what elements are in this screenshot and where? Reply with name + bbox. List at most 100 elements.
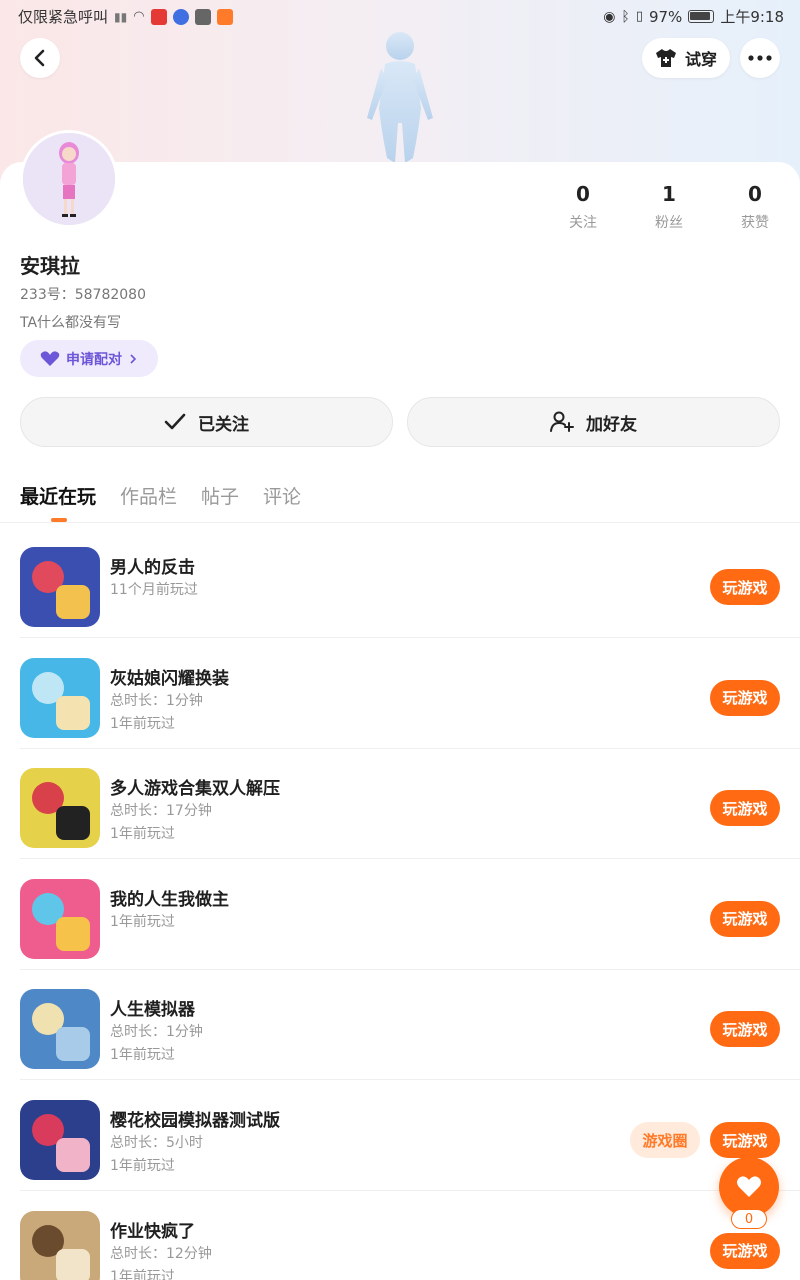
tshirt-icon	[655, 49, 676, 67]
game-icon[interactable]	[20, 547, 100, 627]
game-meta-line: 总时长：12分钟	[110, 1245, 212, 1262]
icon-shape	[56, 916, 90, 951]
status-right: ◉ ᛒ ▯ 97% 上午9:18	[603, 6, 784, 27]
stat-value: 0	[576, 182, 590, 206]
game-icon[interactable]	[20, 768, 100, 849]
play-game-button[interactable]: 玩游戏	[710, 1011, 780, 1048]
video-app-icon	[216, 8, 233, 25]
battery-percent: 97%	[648, 7, 683, 26]
game-meta-line: 11个月前玩过	[110, 582, 198, 598]
stat-followers[interactable]: 1 粉丝	[626, 182, 712, 232]
clock: 上午9:18	[720, 8, 784, 26]
stat-label: 关注	[569, 215, 597, 231]
game-row[interactable]: 灰姑娘闪耀换装总时长：1分钟 1年前玩过 玩游戏	[20, 638, 800, 749]
stat-following[interactable]: 0 关注	[540, 182, 626, 232]
game-icon[interactable]	[20, 989, 100, 1070]
game-row[interactable]: 多人游戏合集双人解压总时长：17分钟 1年前玩过 玩游戏	[20, 748, 800, 860]
game-meta-line: 总时长：5小时	[110, 1135, 203, 1151]
play-game-button[interactable]: 玩游戏	[710, 1232, 780, 1269]
stat-label: 粉丝	[655, 215, 683, 231]
game-row[interactable]: 我的人生我做主 1年前玩过 玩游戏	[20, 859, 800, 970]
followed-button[interactable]: 已关注	[20, 397, 393, 447]
status-bar: 仅限紧急呼叫 ▮▮ ◠ ◉ ᛒ ▯ 97% 上午9:18	[0, 0, 800, 32]
vibrate-icon: ▯	[635, 9, 643, 24]
tab-comments[interactable]: 评论	[263, 482, 301, 509]
tab-recent-games[interactable]: 最近在玩	[20, 482, 96, 509]
game-last-played: 1年前玩过	[110, 1158, 175, 1174]
like-count-badge: 0	[731, 1209, 767, 1229]
game-meta-line: 总时长：1分钟	[110, 1024, 203, 1041]
music-app-icon	[172, 8, 189, 25]
profile-stats: 0 关注 1 粉丝 0 获赞	[540, 182, 800, 232]
game-last-played: 1年前玩过	[110, 1047, 175, 1064]
wifi-icon: ◠	[133, 9, 145, 24]
game-icon[interactable]	[20, 657, 100, 738]
user-bio: TA什么都没有写	[20, 315, 122, 331]
stat-value: 0	[748, 182, 762, 206]
apply-pair-label: 申请配对	[66, 351, 122, 368]
followed-label: 已关注	[198, 414, 249, 435]
battery-icon	[688, 10, 715, 23]
profile-tabs: 最近在玩 作品栏 帖子 评论	[20, 482, 301, 509]
icon-shape	[56, 1248, 90, 1280]
play-game-button[interactable]: 玩游戏	[710, 569, 780, 605]
icon-shape	[56, 1027, 90, 1062]
add-friend-button[interactable]: 加好友	[407, 397, 780, 447]
game-meta-line: 1年前玩过	[110, 913, 175, 930]
signal-icon: ▮▮	[114, 9, 128, 24]
game-icon[interactable]	[20, 1210, 100, 1280]
floating-like-button[interactable]	[719, 1157, 779, 1217]
try-on-button[interactable]: 试穿	[642, 38, 730, 78]
avatar-figure-silhouette	[367, 32, 433, 163]
eye-comfort-icon: ◉	[603, 8, 616, 25]
play-game-button[interactable]: 玩游戏	[710, 790, 780, 827]
check-icon	[164, 413, 186, 430]
icon-shape	[56, 806, 90, 841]
game-circle-button[interactable]: 游戏圈	[630, 1122, 700, 1158]
more-button[interactable]	[740, 38, 780, 78]
more-dots-icon	[748, 55, 772, 61]
play-game-button[interactable]: 玩游戏	[710, 900, 780, 937]
apply-pair-button[interactable]: 申请配对	[20, 340, 158, 377]
tab-works[interactable]: 作品栏	[120, 482, 177, 509]
try-on-label: 试穿	[684, 50, 717, 69]
heart-icon	[737, 1176, 761, 1197]
username: 安琪拉	[20, 254, 80, 278]
game-name: 灰姑娘闪耀换装	[110, 668, 229, 689]
icon-shape	[56, 1138, 90, 1172]
voice-app-icon	[150, 8, 167, 25]
game-last-played: 1年前玩过	[110, 1268, 175, 1280]
stat-likes[interactable]: 0 获赞	[712, 182, 798, 232]
game-icon[interactable]	[20, 878, 100, 959]
game-last-played: 1年前玩过	[110, 715, 175, 732]
game-row[interactable]: 作业快疯了 总时长：12分钟 1年前玩过 玩游戏	[20, 1191, 800, 1280]
status-left: 仅限紧急呼叫 ▮▮ ◠	[18, 6, 233, 27]
avatar[interactable]	[20, 130, 118, 228]
game-name: 多人游戏合集双人解压	[110, 779, 280, 800]
play-game-button[interactable]: 玩游戏	[710, 679, 780, 716]
add-user-icon	[550, 411, 574, 432]
add-friend-label: 加好友	[586, 414, 637, 435]
game-meta-line: 总时长：17分钟	[110, 803, 212, 820]
heart-pair-icon	[40, 350, 60, 366]
icon-shape	[56, 585, 90, 619]
user-id: 233号：58782080	[20, 287, 146, 303]
game-row[interactable]: 男人的反击 11个月前玩过 玩游戏	[20, 527, 800, 638]
game-last-played: 1年前玩过	[110, 826, 175, 843]
stat-label: 获赞	[741, 215, 769, 231]
mail-app-icon	[194, 8, 211, 25]
game-row[interactable]: 樱花校园模拟器测试版总时长：5小时 1年前玩过 游戏圈 玩游戏	[20, 1080, 800, 1191]
carrier-text: 仅限紧急呼叫	[18, 8, 109, 26]
game-name: 樱花校园模拟器测试版	[110, 1111, 280, 1131]
game-meta-line: 总时长：1分钟	[110, 692, 203, 709]
game-name: 人生模拟器	[110, 1000, 195, 1021]
back-button[interactable]	[20, 38, 60, 78]
bluetooth-icon: ᛒ	[621, 8, 630, 25]
tab-posts[interactable]: 帖子	[201, 482, 239, 509]
game-row[interactable]: 人生模拟器总时长：1分钟 1年前玩过 玩游戏	[20, 969, 800, 1081]
game-name: 我的人生我做主	[110, 889, 229, 910]
game-icon[interactable]	[20, 1100, 100, 1180]
game-name: 男人的反击	[110, 558, 195, 578]
play-game-button[interactable]: 玩游戏	[710, 1122, 780, 1158]
tab-divider	[0, 522, 800, 523]
